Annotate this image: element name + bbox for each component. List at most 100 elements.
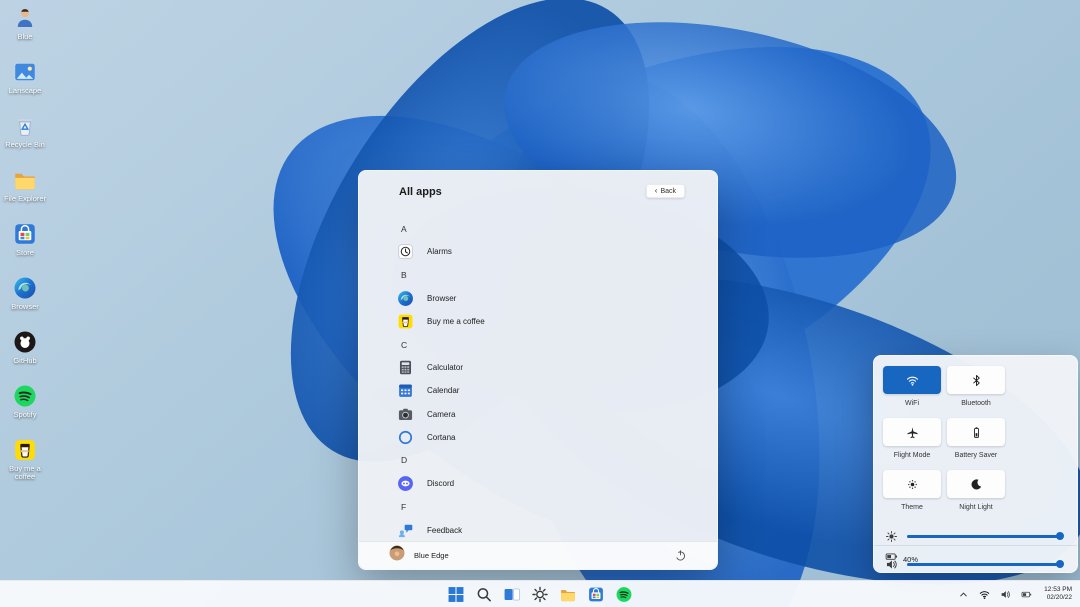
battery-saver-toggle[interactable] <box>947 418 1005 446</box>
app-section-f[interactable]: F <box>387 495 705 518</box>
app-item-label: Calculator <box>427 363 463 372</box>
start-menu-footer: Blue Edge <box>359 541 717 569</box>
recycle-bin-icon <box>12 113 38 139</box>
app-item-label: Camera <box>427 410 455 419</box>
brightness-slider-track[interactable] <box>907 535 1063 538</box>
desktop-icon-label: GitHub <box>13 357 36 365</box>
system-tray: 12:53 PM 02/20/22 <box>956 581 1075 607</box>
night-light-icon <box>970 478 983 491</box>
quick-toggle-label: Night Light <box>959 504 992 511</box>
app-item-label: Feedback <box>427 526 462 535</box>
user-name: Blue Edge <box>414 551 449 560</box>
app-item-feedback[interactable]: Feedback <box>387 518 705 541</box>
app-item-calculator[interactable]: Calculator <box>387 356 705 379</box>
battery-percent: 40% <box>903 555 918 564</box>
desktop-icon-spotify[interactable]: Spotify <box>2 383 48 437</box>
app-item-label: Alarms <box>427 247 452 256</box>
quick-settings-grid: WiFi Bluetooth Flight ModeBattery Saver The… <box>874 356 1077 522</box>
battery-status: 40% <box>874 545 1077 572</box>
battery-saver-icon <box>970 426 983 439</box>
tray-chevron-up-icon[interactable] <box>956 587 971 602</box>
alarms-icon <box>396 243 414 261</box>
spotify-icon <box>12 383 38 409</box>
taskbar-start-button[interactable] <box>444 583 469 606</box>
user-profile[interactable]: Blue Edge <box>389 545 449 566</box>
quick-toggle-cell: Battery Saver <box>947 418 1005 459</box>
tray-battery-icon[interactable] <box>1019 587 1034 602</box>
bluetooth-icon <box>970 374 983 387</box>
taskbar-clock[interactable]: 12:53 PM 02/20/22 <box>1041 584 1075 604</box>
desktop-icon-store[interactable]: Store <box>2 221 48 275</box>
start-menu-header: All apps ‹ Back <box>359 171 717 215</box>
taskbar-settings-button[interactable] <box>528 583 553 606</box>
wifi-toggle[interactable] <box>883 366 941 394</box>
blue-user-icon <box>12 5 38 31</box>
back-button[interactable]: ‹ Back <box>646 184 685 198</box>
explorer-icon <box>560 586 577 603</box>
app-item-camera[interactable]: Camera <box>387 403 705 426</box>
tray-volume-icon[interactable] <box>998 587 1013 602</box>
app-item-calendar[interactable]: Calendar <box>387 379 705 402</box>
tray-wifi-icon[interactable] <box>977 587 992 602</box>
desktop-icon-blue[interactable]: Blue <box>2 5 48 59</box>
quick-toggle-cell: Flight Mode <box>883 418 941 459</box>
taskbar-store-button[interactable] <box>584 583 609 606</box>
app-section-d[interactable]: D <box>387 449 705 472</box>
app-item-browser[interactable]: Browser <box>387 287 705 310</box>
start-menu: All apps ‹ Back A Alarms B Browser Buy me a … <box>358 170 718 570</box>
brightness-slider-thumb[interactable] <box>1056 532 1064 540</box>
app-item-label: Cortana <box>427 433 455 442</box>
app-item-cortana[interactable]: Cortana <box>387 426 705 449</box>
desktop-icon-label: Blue <box>17 33 32 41</box>
taskbar-spotify-button[interactable] <box>612 583 637 606</box>
plane-icon <box>906 426 919 439</box>
desktop-icon-github[interactable]: GitHub <box>2 329 48 383</box>
back-button-label: Back <box>660 188 676 195</box>
desktop-icon-buy-me-a-coffee[interactable]: Buy me a coffee <box>2 437 48 491</box>
app-item-label: Calendar <box>427 386 459 395</box>
edge-icon <box>396 289 414 307</box>
desktop-icon-label: Buy me a coffee <box>2 465 48 481</box>
all-apps-title: All apps <box>399 186 442 198</box>
flight-mode-toggle[interactable] <box>883 418 941 446</box>
taskview-icon <box>504 586 521 603</box>
search-icon <box>476 586 493 603</box>
desktop-icon-label: Spotify <box>14 411 37 419</box>
desktop-icon-file-explorer[interactable]: File Explorer <box>2 167 48 221</box>
desktop-icon-browser[interactable]: Browser <box>2 275 48 329</box>
app-section-c[interactable]: C <box>387 333 705 356</box>
user-avatar <box>389 545 405 566</box>
desktop-icon-lanscape[interactable]: Lanscape <box>2 59 48 113</box>
desktop-icon-recycle-bin[interactable]: Recycle Bin <box>2 113 48 167</box>
taskbar-search-button[interactable] <box>472 583 497 606</box>
taskbar: 12:53 PM 02/20/22 <box>0 580 1080 607</box>
app-item-discord[interactable]: Discord <box>387 472 705 495</box>
spotify-icon <box>616 586 633 603</box>
quick-toggle-cell: Theme <box>883 470 941 511</box>
desktop-icon-label: File Explorer <box>4 195 46 203</box>
quick-toggle-label: WiFi <box>905 400 919 407</box>
app-section-a[interactable]: A <box>387 217 705 240</box>
desktop-icon-label: Lanscape <box>9 87 42 95</box>
calendar-icon <box>396 382 414 400</box>
app-item-label: Browser <box>427 294 456 303</box>
all-apps-list: A Alarms B Browser Buy me a coffeeC Calculato… <box>359 217 713 541</box>
brightness-slider-fill <box>907 535 1060 538</box>
brightness-icon <box>885 530 898 543</box>
theme-toggle[interactable] <box>883 470 941 498</box>
app-item-buy-me-a-coffee[interactable]: Buy me a coffee <box>387 310 705 333</box>
app-item-alarms[interactable]: Alarms <box>387 240 705 263</box>
night-light-toggle[interactable] <box>947 470 1005 498</box>
app-section-b[interactable]: B <box>387 263 705 286</box>
store-icon <box>588 586 605 603</box>
taskbar-file-explorer-button[interactable] <box>556 583 581 606</box>
taskbar-task-view-button[interactable] <box>500 583 525 606</box>
quick-toggle-label: Bluetooth <box>961 400 991 407</box>
desktop-icon-label: Store <box>16 249 34 257</box>
power-button[interactable] <box>673 549 687 563</box>
start-icon <box>448 586 465 603</box>
bluetooth-toggle[interactable] <box>947 366 1005 394</box>
quick-toggle-label: Theme <box>901 504 923 511</box>
wifi-icon <box>906 374 919 387</box>
taskbar-center-icons <box>444 581 637 607</box>
